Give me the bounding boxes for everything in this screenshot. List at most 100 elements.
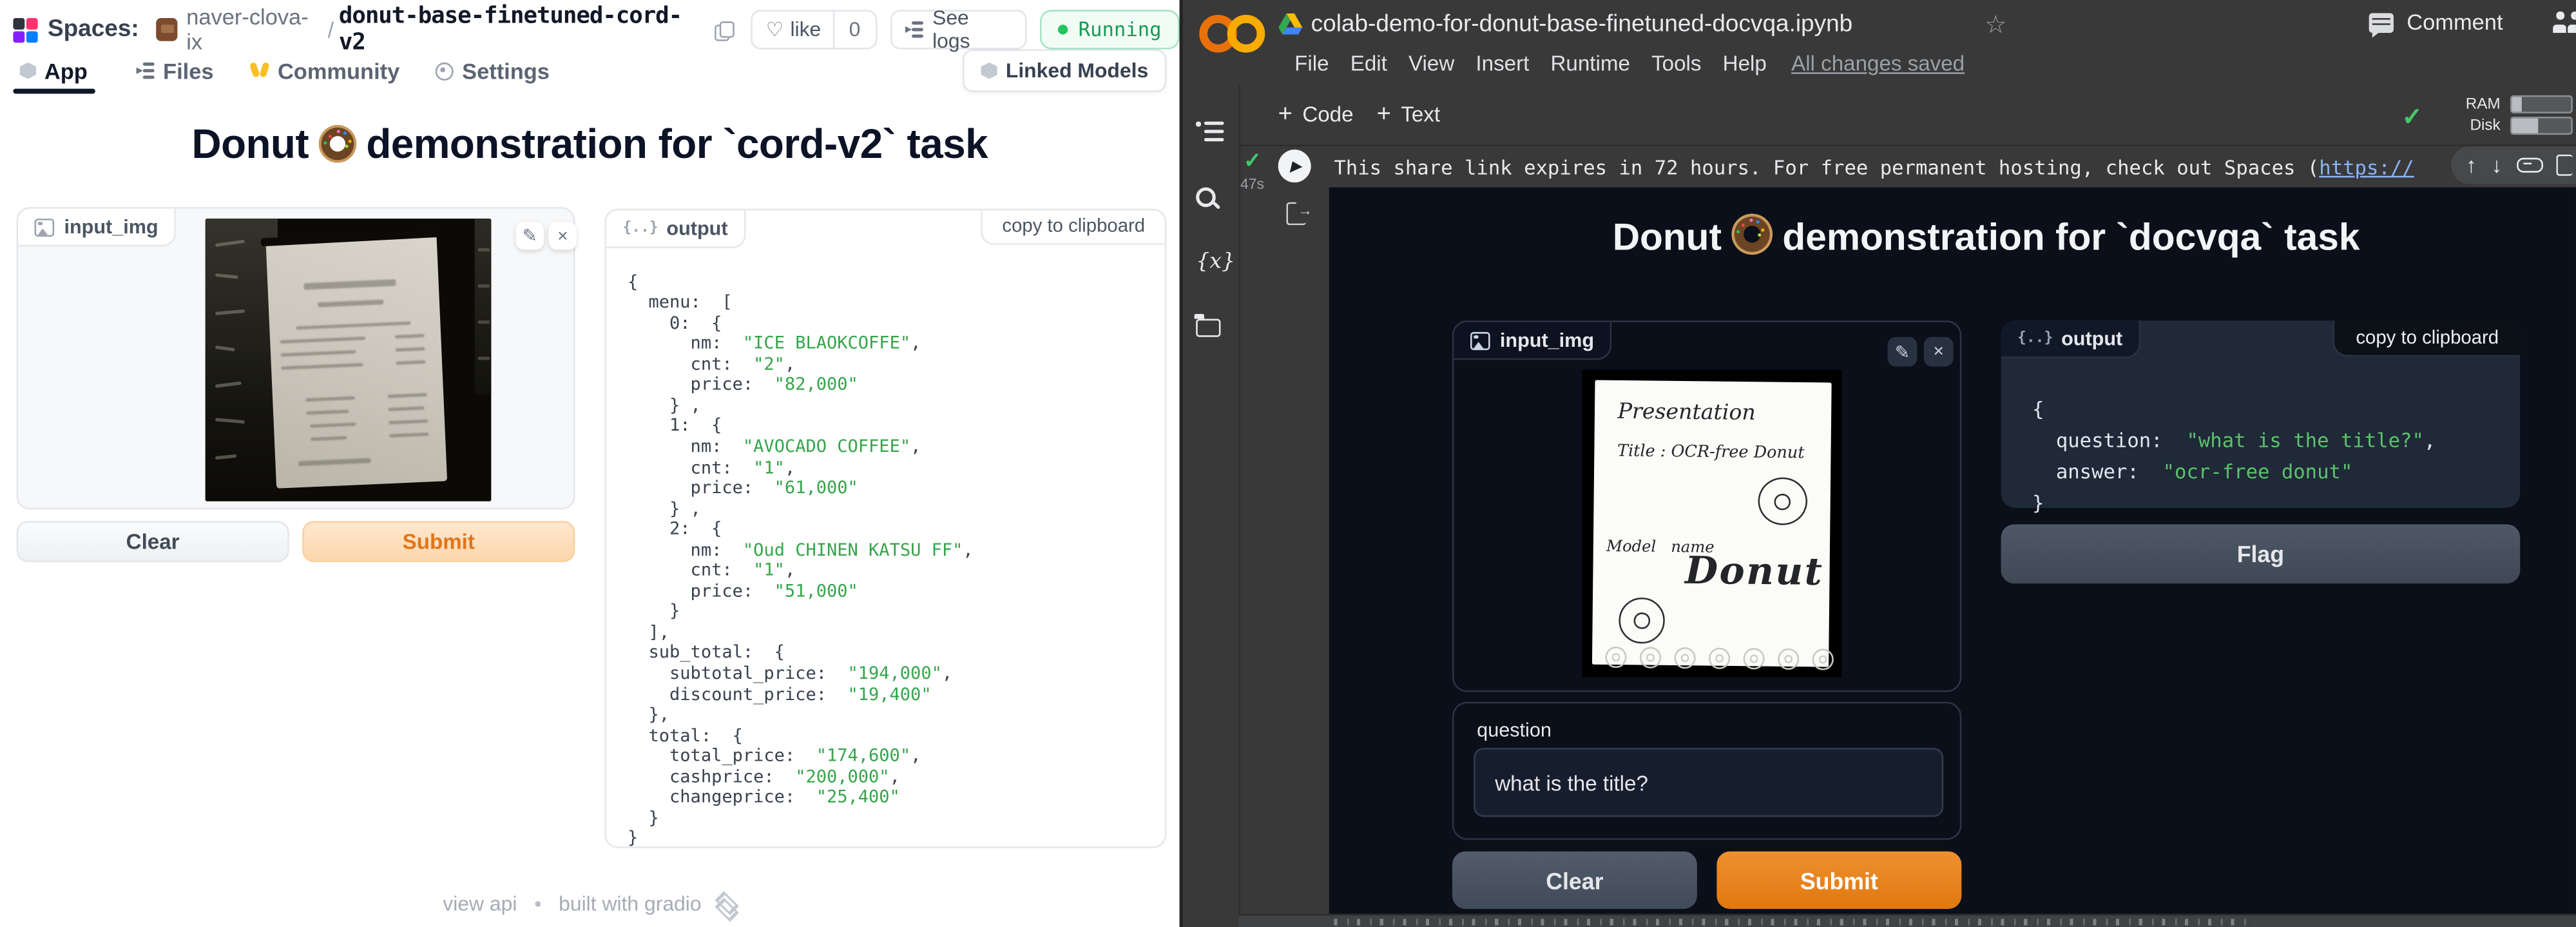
- document-image[interactable]: Presentation Title : OCR-free Donut Mode…: [1582, 370, 1841, 678]
- gradio-footer: view api • built with gradio: [0, 892, 1180, 915]
- edit-image-button[interactable]: ✎: [516, 222, 544, 249]
- run-cell-button[interactable]: ▶: [1278, 150, 1311, 182]
- menu-edit[interactable]: Edit: [1350, 51, 1387, 75]
- ram-meter[interactable]: [2510, 95, 2573, 113]
- cell-toolbar: ↑ ↓: [2451, 146, 2576, 184]
- donut-icon: [1731, 213, 1773, 255]
- image-icon: [1470, 331, 1490, 349]
- partial-toolbar-icon[interactable]: [2556, 155, 2572, 176]
- flag-button[interactable]: Flag: [2001, 524, 2521, 583]
- play-icon: ▶: [1290, 157, 1302, 175]
- clipped-output-row: [1238, 914, 2575, 927]
- question-panel: question what is the title?: [1452, 702, 1961, 840]
- image-icon: [35, 218, 55, 236]
- copy-repo-icon[interactable]: [715, 21, 731, 39]
- tab-settings[interactable]: Settings: [436, 59, 550, 83]
- built-with-gradio-link[interactable]: built with gradio: [559, 892, 701, 915]
- input-img-label: input_img: [18, 209, 177, 247]
- disk-label: Disk: [2454, 117, 2500, 135]
- input-image-panel: input_img ✎ × Presentation Title : OCR-f…: [1452, 320, 1961, 692]
- demo-title: Donutdemonstration for `docvqa` task: [1452, 213, 2520, 259]
- raised-hands-icon: [250, 62, 270, 80]
- repo-name[interactable]: donut-base-finetuned-cord-v2: [339, 3, 704, 56]
- files-icon: [137, 63, 155, 79]
- copy-to-clipboard-button[interactable]: copy to clipboard: [981, 210, 1164, 245]
- running-badge[interactable]: Running: [1041, 10, 1180, 49]
- like-button[interactable]: ♡ like 0: [751, 10, 877, 49]
- plus-icon: +: [1377, 101, 1391, 128]
- move-cell-down-icon[interactable]: ↓: [2492, 153, 2503, 177]
- logs-icon: [905, 21, 923, 37]
- close-icon: ×: [557, 226, 568, 246]
- org-name-link[interactable]: naver-clova-ix: [186, 5, 323, 54]
- copy-to-clipboard-button[interactable]: copy to clipboard: [2333, 320, 2521, 356]
- menu-insert[interactable]: Insert: [1475, 51, 1529, 75]
- notebook-toolbar: +Code +Text ✓ RAM Disk ▾: [1238, 86, 2575, 146]
- menu-tools[interactable]: Tools: [1651, 51, 1701, 75]
- submit-button[interactable]: Submit: [302, 521, 575, 562]
- hf-header: Spaces: naver-clova-ix / donut-base-fine…: [13, 10, 1179, 49]
- receipt-photo[interactable]: [206, 219, 492, 502]
- clear-button[interactable]: Clear: [16, 521, 289, 562]
- edit-image-button[interactable]: ✎: [1888, 337, 1918, 367]
- donut-icon: [318, 125, 356, 163]
- all-changes-saved[interactable]: All changes saved: [1791, 51, 1965, 75]
- share-people-icon[interactable]: [2553, 13, 2576, 33]
- add-text-button[interactable]: +Text: [1377, 101, 1440, 128]
- ram-label: RAM: [2454, 95, 2500, 113]
- view-api-link[interactable]: view api: [443, 892, 517, 915]
- comment-icon: [2369, 12, 2394, 32]
- heart-icon: ♡: [766, 18, 783, 41]
- cell-exec-time: 47s: [1240, 176, 1264, 192]
- question-input[interactable]: what is the title?: [1474, 748, 1943, 817]
- move-cell-up-icon[interactable]: ↑: [2466, 153, 2477, 177]
- table-of-contents-icon[interactable]: [1196, 122, 1224, 143]
- input-image-panel: input_img ✎ ×: [16, 207, 575, 509]
- clear-image-button[interactable]: ×: [1924, 337, 1954, 367]
- comment-button[interactable]: Comment: [2369, 10, 2503, 34]
- gradio-iframe: Donutdemonstration for `docvqa` task inp…: [1329, 188, 2576, 914]
- menu-runtime[interactable]: Runtime: [1550, 51, 1629, 75]
- status-dot: [1059, 24, 1068, 34]
- disk-meter[interactable]: [2510, 117, 2573, 135]
- open-in-tab-icon[interactable]: [1286, 202, 1306, 226]
- notebook-title[interactable]: colab-demo-for-donut-base-finetuned-docv…: [1311, 12, 1853, 38]
- menu-view[interactable]: View: [1408, 51, 1454, 75]
- donut-doodle: [1619, 598, 1665, 644]
- tab-app[interactable]: App: [20, 59, 88, 83]
- colab-sidebar: {x}: [1183, 86, 1240, 927]
- menu-help[interactable]: Help: [1723, 51, 1767, 75]
- spaces-label[interactable]: Spaces:: [48, 16, 139, 43]
- input-img-label: input_img: [1454, 322, 1612, 360]
- star-icon[interactable]: ☆: [1985, 10, 2006, 39]
- add-code-button[interactable]: +Code: [1278, 101, 1354, 128]
- menubar: File Edit View Insert Runtime Tools Help…: [1294, 51, 1986, 75]
- tab-community[interactable]: Community: [250, 59, 400, 83]
- cell-success-check-icon: ✓: [1244, 148, 1262, 174]
- page-title: Donutdemonstration for `cord-v2` task: [0, 122, 1180, 170]
- see-logs-button[interactable]: See logs: [890, 10, 1027, 49]
- donut-doodle: [1758, 477, 1807, 525]
- output-json: { menu: [ 0: { nm: "ICE BLAOKCOFFE", cnt…: [628, 272, 974, 850]
- link-to-cell-icon[interactable]: [2517, 158, 2543, 173]
- clear-button[interactable]: Clear: [1452, 852, 1697, 909]
- huggingface-pane: Spaces: naver-clova-ix / donut-base-fine…: [0, 0, 1180, 927]
- files-folder-icon[interactable]: [1196, 319, 1220, 337]
- output-json: { question: "what is the title?", answer…: [2032, 395, 2436, 520]
- screen: Spaces: naver-clova-ix / donut-base-fine…: [0, 0, 2576, 927]
- menu-file[interactable]: File: [1294, 51, 1329, 75]
- colab-logo-icon[interactable]: [1199, 8, 1268, 57]
- handwriting-title-line: Title : OCR-free Donut: [1617, 443, 1805, 463]
- clear-image-button[interactable]: ×: [549, 222, 577, 249]
- org-avatar[interactable]: [155, 18, 178, 41]
- spaces-logo-icon[interactable]: [13, 17, 37, 42]
- tab-files[interactable]: Files: [124, 59, 214, 83]
- submit-button[interactable]: Submit: [1716, 852, 1961, 909]
- share-link[interactable]: https://: [2319, 156, 2414, 179]
- active-tab-underline: [13, 89, 95, 93]
- like-count: 0: [834, 18, 876, 41]
- search-icon[interactable]: [1196, 188, 1219, 211]
- breadcrumb-separator: /: [328, 17, 334, 42]
- linked-models-button[interactable]: Linked Models: [963, 49, 1167, 92]
- variables-icon[interactable]: {x}: [1196, 250, 1235, 275]
